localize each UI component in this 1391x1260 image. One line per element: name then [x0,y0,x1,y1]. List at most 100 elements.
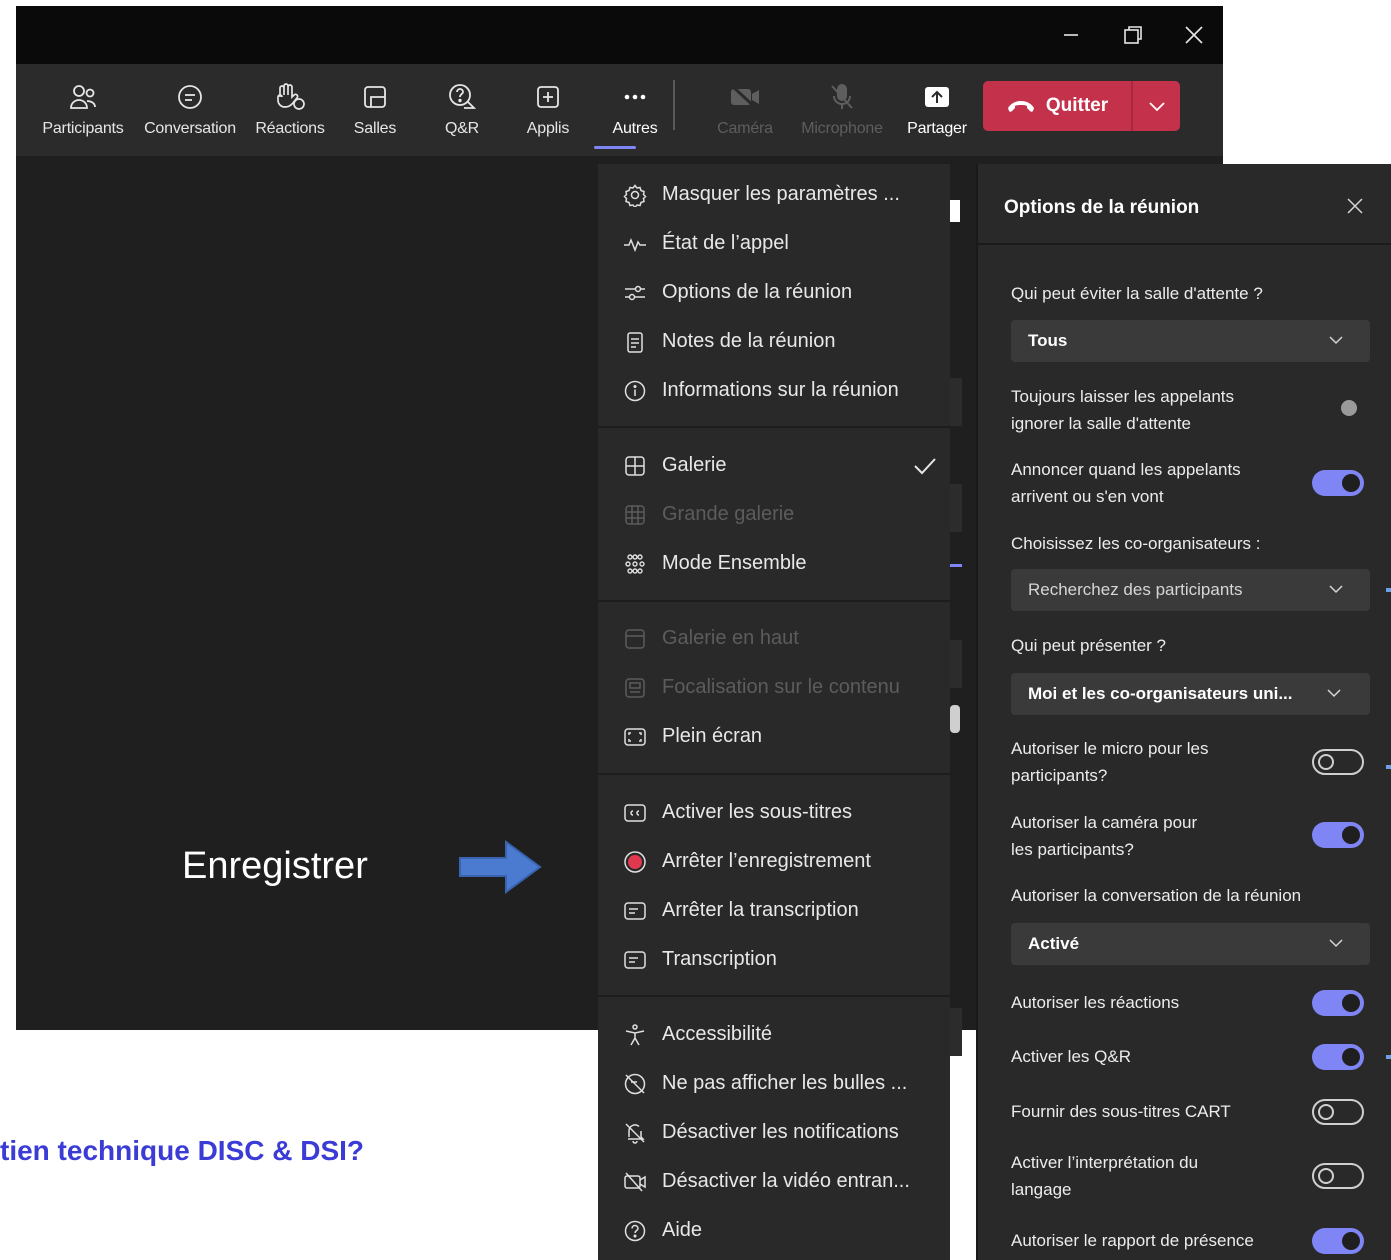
microphone-label: Microphone [801,120,883,137]
chevron-down-icon [1148,100,1166,112]
attendance-toggle[interactable] [1312,1228,1364,1254]
rooms-icon [361,82,389,112]
menu-item-label: Désactiver la vidéo entran... [662,1170,910,1192]
transcript-icon [622,947,648,973]
pulse-icon [622,231,648,257]
menu-item-label: Transcription [662,948,777,970]
menu-item-accessibility[interactable]: Accessibilité [598,1010,950,1059]
reactions-button[interactable]: Réactions [252,64,328,156]
quit-dropdown-button[interactable] [1133,81,1180,131]
gear-icon [622,182,648,208]
menu-item-transcription[interactable]: Transcription [598,935,950,984]
raise-hand-icon [274,82,306,112]
menu-item-meeting-info[interactable]: Informations sur la réunion [598,366,950,415]
callers-bypass-line2: ignorer la salle d'attente [1011,414,1191,433]
menu-item-label: Notes de la réunion [662,330,836,352]
menu-item-large-gallery[interactable]: Grande galerie [598,490,950,539]
reactions-toggle[interactable] [1312,990,1364,1016]
menu-item-meeting-notes[interactable]: Notes de la réunion [598,317,950,366]
allow-camera-label: Autoriser la caméra pour les participant… [1011,809,1197,863]
qa-toggle[interactable] [1312,1044,1364,1070]
lobby-value: Tous [1028,331,1068,350]
close-icon[interactable] [1179,20,1209,50]
share-label: Partager [907,120,967,137]
menu-item-stop-recording[interactable]: Arrêter l’enregistrement [598,837,950,886]
announce-callers-label: Annoncer quand les appelants arrivent ou… [1011,456,1241,510]
menu-item-stop-transcription[interactable]: Arrêter la transcription [598,886,950,935]
options-title: Options de la réunion [1004,197,1200,218]
presenters-label: Qui peut présenter ? [1011,636,1166,655]
reactions-label: Réactions [255,120,325,137]
menu-divider [598,426,950,428]
people-icon [68,82,98,112]
camera-label: Caméra [717,120,773,137]
lobby-label: Qui peut éviter la salle d'attente ? [1011,284,1263,303]
menu-item-label: Accessibilité [662,1023,773,1045]
coorganizers-search[interactable]: Recherchez des participants [1011,569,1370,611]
annotation-arrow [458,838,542,896]
background-panel-edge [950,200,960,222]
gallery-icon [622,453,648,479]
presenters-select[interactable]: Moi et les co-organisateurs uni... [1011,673,1370,715]
menu-item-label: Désactiver les notifications [662,1121,899,1143]
menu-item-together-mode[interactable]: Mode Ensemble [598,539,950,588]
minimize-icon[interactable] [1056,20,1086,50]
menu-item-label: Informations sur la réunion [662,379,899,401]
menu-item-disable-notifications[interactable]: Désactiver les notifications [598,1108,950,1157]
participants-button[interactable]: Participants [38,64,128,156]
microphone-button[interactable]: Microphone [796,64,888,156]
apps-button[interactable]: Applis [518,64,578,156]
rooms-button[interactable]: Salles [346,64,404,156]
reactions-label: Autoriser les réactions [1011,993,1180,1012]
interpretation-label: Activer l’interprétation du langage [1011,1149,1198,1203]
camera-button[interactable]: Caméra [712,64,778,156]
menu-item-gallery-top[interactable]: Galerie en haut [598,614,950,663]
menu-item-call-health[interactable]: État de l’appel [598,219,950,268]
announce-callers-toggle[interactable] [1312,470,1364,496]
restore-icon[interactable] [1118,20,1148,50]
cart-captions-toggle[interactable] [1312,1099,1364,1125]
menu-item-hide-bubbles[interactable]: Ne pas afficher les bulles ... [598,1059,950,1108]
edge-marker [1386,588,1391,592]
menu-item-fullscreen[interactable]: Plein écran [598,712,950,761]
checkmark-icon [912,456,938,476]
allow-mic-toggle[interactable] [1312,749,1364,775]
apps-label: Applis [526,120,570,137]
chat-select[interactable]: Activé [1011,923,1370,965]
menu-item-label: Mode Ensemble [662,552,807,574]
cart-captions-label: Fournir des sous-titres CART [1011,1102,1231,1121]
menu-item-label: État de l’appel [662,232,789,254]
quit-button[interactable]: Quitter [983,81,1131,131]
rooms-label: Salles [353,120,397,137]
menu-item-disable-incoming-video[interactable]: Désactiver la vidéo entran... [598,1157,950,1206]
callers-bypass-label: Toujours laisser les appelants ignorer l… [1011,383,1234,437]
accessibility-icon [622,1022,648,1048]
add-app-icon [534,82,562,112]
background-panel-edge [950,484,962,532]
lobby-select[interactable]: Tous [1011,320,1370,362]
chat-value: Activé [1028,934,1080,953]
edge-marker [1386,765,1391,769]
menu-item-help[interactable]: Aide [598,1206,950,1255]
hang-up-icon [1006,98,1036,114]
qa-button[interactable]: Q&R [434,64,490,156]
share-button[interactable]: Partager [904,64,970,156]
interpretation-toggle[interactable] [1312,1163,1364,1189]
menu-divider [598,773,950,775]
close-icon[interactable] [1345,196,1365,216]
menu-item-hide-settings[interactable]: Masquer les paramètres ... [598,170,950,219]
conversation-button[interactable]: Conversation [140,64,240,156]
menu-item-gallery[interactable]: Galerie [598,441,950,490]
qa-label: Q&R [444,120,480,137]
edge-marker [1386,1055,1391,1059]
attendance-label: Autoriser le rapport de présence [1011,1231,1254,1250]
more-button[interactable]: Autres [604,64,666,156]
announce-line1: Annoncer quand les appelants [1011,460,1241,479]
interpretation-line1: Activer l’interprétation du [1011,1153,1199,1172]
allow-camera-toggle[interactable] [1312,822,1364,848]
allow-mic-line2: participants? [1011,766,1108,785]
background-panel-edge [950,378,962,426]
menu-item-focus-content[interactable]: Focalisation sur le contenu [598,663,950,712]
menu-item-meeting-options[interactable]: Options de la réunion [598,268,950,317]
menu-item-captions[interactable]: Activer les sous-titres [598,788,950,837]
